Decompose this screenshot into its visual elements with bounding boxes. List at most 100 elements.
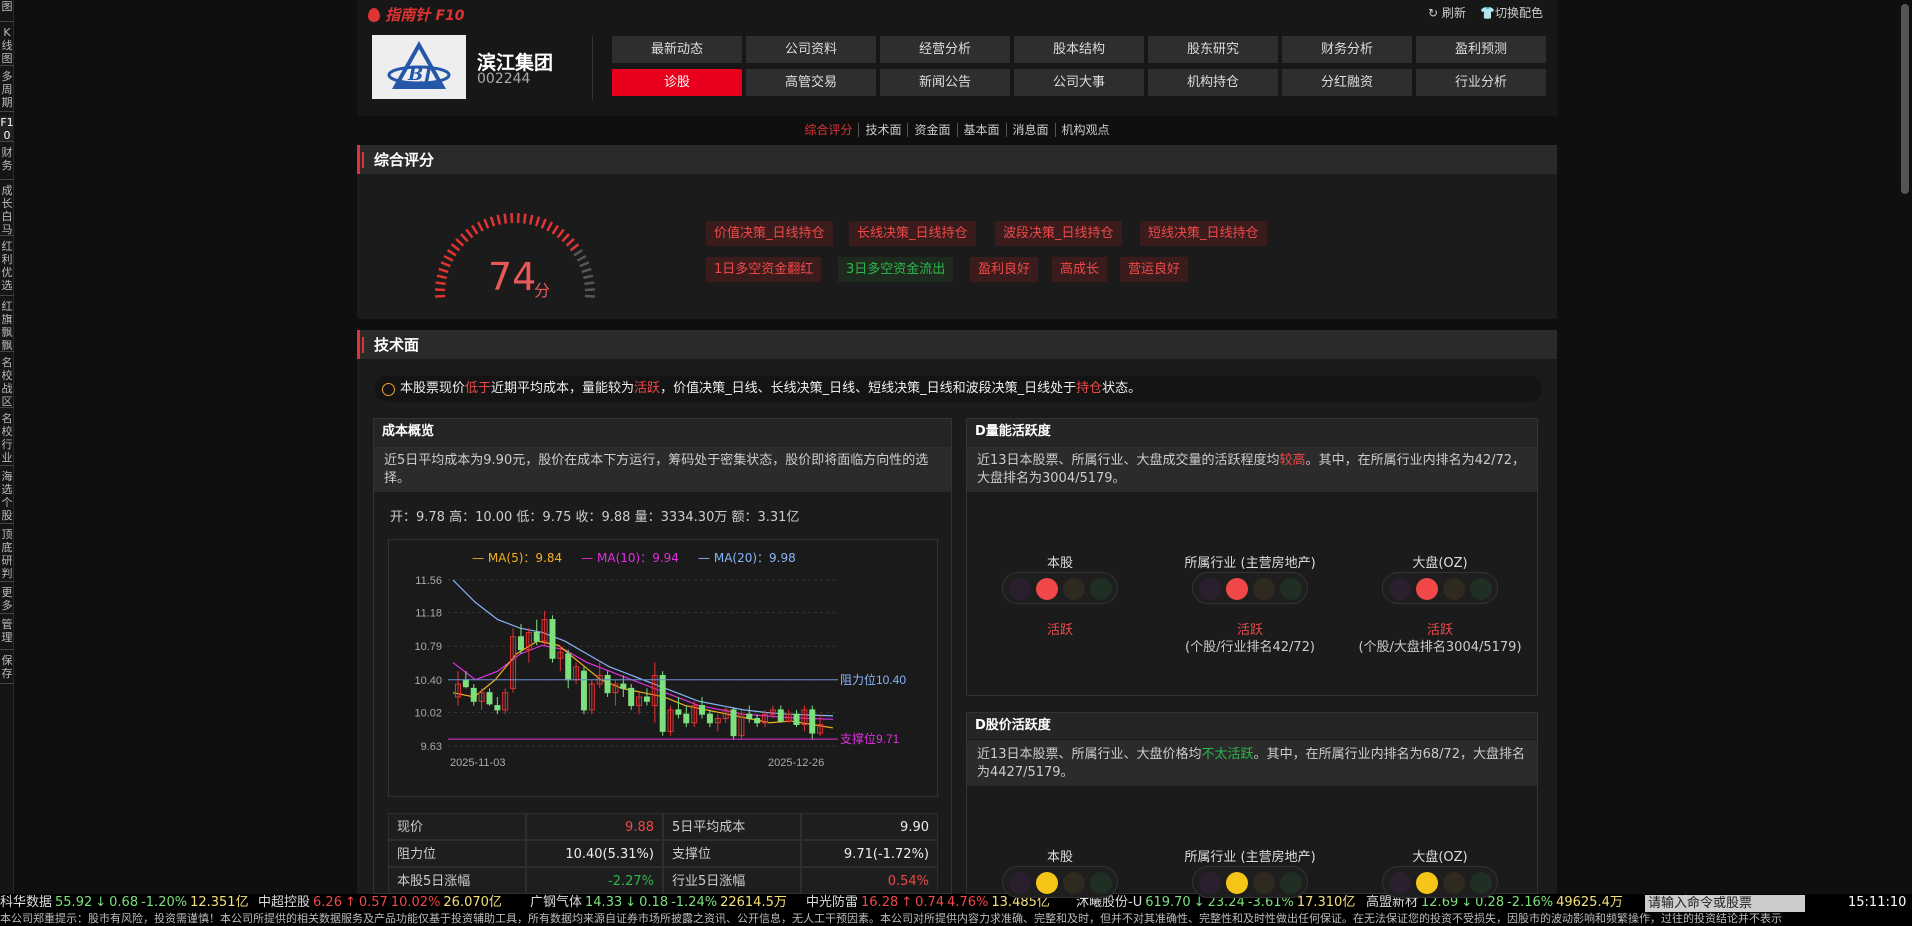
- nav-经营分析[interactable]: 经营分析: [880, 36, 1010, 63]
- nav-盈利预测[interactable]: 盈利预测: [1416, 36, 1546, 63]
- command-input[interactable]: 请输入命令或股票: [1645, 895, 1805, 912]
- candle-body: [470, 687, 477, 702]
- left-tool-12[interactable]: 更多: [0, 586, 14, 614]
- left-tool-7[interactable]: 红旗飘飘: [0, 300, 14, 352]
- summary-value: 9.71(-1.72%): [801, 840, 938, 867]
- gauge-tick: [551, 224, 560, 235]
- nav-行业分析[interactable]: 行业分析: [1416, 69, 1546, 96]
- nav-新闻公告[interactable]: 新闻公告: [880, 69, 1010, 96]
- nav-机构持仓[interactable]: 机构持仓: [1148, 69, 1278, 96]
- decision-tag: 短线决策_日线持仓: [1140, 221, 1267, 246]
- subtab-资金面[interactable]: 资金面: [907, 123, 957, 137]
- nav-高管交易[interactable]: 高管交易: [746, 69, 876, 96]
- left-tool-0[interactable]: 图: [0, 0, 14, 22]
- nav-财务分析[interactable]: 财务分析: [1282, 36, 1412, 63]
- decision-tag: 3日多空资金流出: [838, 257, 954, 282]
- light-dot: [1226, 872, 1248, 894]
- decision-tag: 长线决策_日线持仓: [849, 221, 976, 246]
- price-activity-title: D股价活跃度: [967, 713, 1537, 739]
- left-tool-14[interactable]: 保存: [0, 654, 14, 684]
- summary-label: 现价: [388, 813, 526, 840]
- candle-body: [580, 670, 587, 711]
- subtab-综合评分[interactable]: 综合评分: [798, 123, 858, 137]
- compass-icon: [382, 383, 395, 396]
- ticker-price: 55.92: [55, 895, 93, 910]
- ticker-arrow: ↑: [344, 895, 356, 910]
- candle-body: [706, 713, 713, 724]
- nav-分红融资[interactable]: 分红融资: [1282, 69, 1412, 96]
- gauge-tick: [460, 233, 469, 243]
- ma10-line: [452, 644, 834, 720]
- scrollbar-thumb[interactable]: [1901, 4, 1909, 194]
- summary-value: 10.40(5.31%): [526, 840, 663, 867]
- candle-body: [683, 713, 690, 724]
- subtab-基本面[interactable]: 基本面: [956, 123, 1006, 137]
- nav-股东研究[interactable]: 股东研究: [1148, 36, 1278, 63]
- nav-股本结构[interactable]: 股本结构: [1014, 36, 1144, 63]
- summary-value: 9.90: [801, 813, 938, 840]
- left-tool-3[interactable]: F10: [0, 116, 14, 142]
- score-unit: 分: [534, 281, 551, 300]
- gauge-tick: [534, 216, 541, 227]
- light-dot: [1470, 872, 1492, 894]
- ticker-chg: 0.18: [639, 895, 669, 910]
- left-tool-4[interactable]: 财务: [0, 146, 14, 180]
- y-tick-label: 10.02: [414, 707, 442, 719]
- candle-body: [746, 713, 753, 719]
- gauge-tick: [465, 228, 474, 239]
- gauge-tick: [528, 214, 534, 225]
- left-tool-1[interactable]: K线图: [0, 26, 14, 66]
- nav-最新动态[interactable]: 最新动态: [612, 36, 742, 63]
- x-date-end: 2025-12-26: [768, 757, 824, 769]
- candle-body: [486, 692, 493, 705]
- ticker-item[interactable]: 科华数据 55.92 ↓ 0.68 -1.20% 12.351亿: [0, 894, 252, 912]
- refresh-button[interactable]: ↻ 刷新: [1428, 4, 1466, 21]
- candle-body: [517, 636, 524, 651]
- light-sub: (个股/大盘排名3004/5179): [1358, 640, 1522, 655]
- gauge-tick: [503, 213, 508, 224]
- left-tool-13[interactable]: 管理: [0, 618, 14, 650]
- subtab-机构观点[interactable]: 机构观点: [1054, 123, 1116, 137]
- left-tool-2[interactable]: 多周期: [0, 70, 14, 112]
- candle-body: [628, 687, 635, 707]
- ticker-amt: 12.351亿: [190, 895, 249, 910]
- left-tool-9[interactable]: 名校行业: [0, 412, 14, 466]
- subtab-消息面[interactable]: 消息面: [1005, 123, 1055, 137]
- left-tool-6[interactable]: 红利优选: [0, 240, 14, 296]
- gauge-tick: [576, 254, 587, 262]
- left-tool-11[interactable]: 顶底研判: [0, 528, 14, 582]
- candle-body: [730, 709, 737, 737]
- gauge-tick: [483, 218, 490, 229]
- nav-公司资料[interactable]: 公司资料: [746, 36, 876, 63]
- subtab-技术面[interactable]: 技术面: [858, 123, 908, 137]
- gauge-tick: [470, 224, 479, 235]
- gauge-tick: [546, 221, 554, 232]
- gauge-tick: [438, 267, 449, 274]
- kline-chart: 11.56 11.18 10.79 10.40 10.02 9.63 阻力位10.40 支撑位…: [414, 575, 906, 769]
- candle-body: [754, 717, 761, 724]
- switch-color-button[interactable]: 👕切换配色: [1480, 4, 1543, 21]
- clock: 15:11:10: [1848, 895, 1907, 910]
- left-tool-8[interactable]: 名校战区: [0, 356, 14, 408]
- gauge-tick: [522, 213, 527, 224]
- nav-诊股[interactable]: 诊股: [612, 69, 742, 96]
- ticker-item[interactable]: 中超控股 6.26 ↑ 0.57 10.02% 26.070亿: [258, 894, 505, 912]
- volume-activity-desc: 近13日本股票、所属行业、大盘成交量的活跃程度均较高。其中，在所属行业内排名为4…: [967, 446, 1537, 492]
- candle-body: [777, 709, 784, 722]
- left-tool-10[interactable]: 海选个股: [0, 470, 14, 524]
- quote-ticker: 科华数据 55.92 ↓ 0.68 -1.20% 12.351亿 中超控股 6.26 ↑ 0.57…: [0, 894, 1912, 912]
- ticker-amt: 22614.5万: [720, 895, 787, 910]
- gauge-tick: [573, 248, 584, 257]
- light-dot: [1199, 872, 1221, 894]
- ticker-name: 广钢气体: [530, 895, 583, 910]
- nav-公司大事[interactable]: 公司大事: [1014, 69, 1144, 96]
- traffic-light: [1192, 572, 1308, 604]
- logo-flame-icon: [368, 8, 380, 22]
- ticker-item[interactable]: 广钢气体 14.33 ↓ 0.18 -1.24% 22614.5万: [530, 894, 790, 912]
- candle-body: [533, 631, 540, 642]
- light-dot: [1470, 578, 1492, 600]
- left-tool-5[interactable]: 成长白马: [0, 184, 14, 236]
- gauge-tick: [569, 243, 580, 252]
- light-dot: [1036, 872, 1058, 894]
- gauge-tick: [556, 228, 565, 239]
